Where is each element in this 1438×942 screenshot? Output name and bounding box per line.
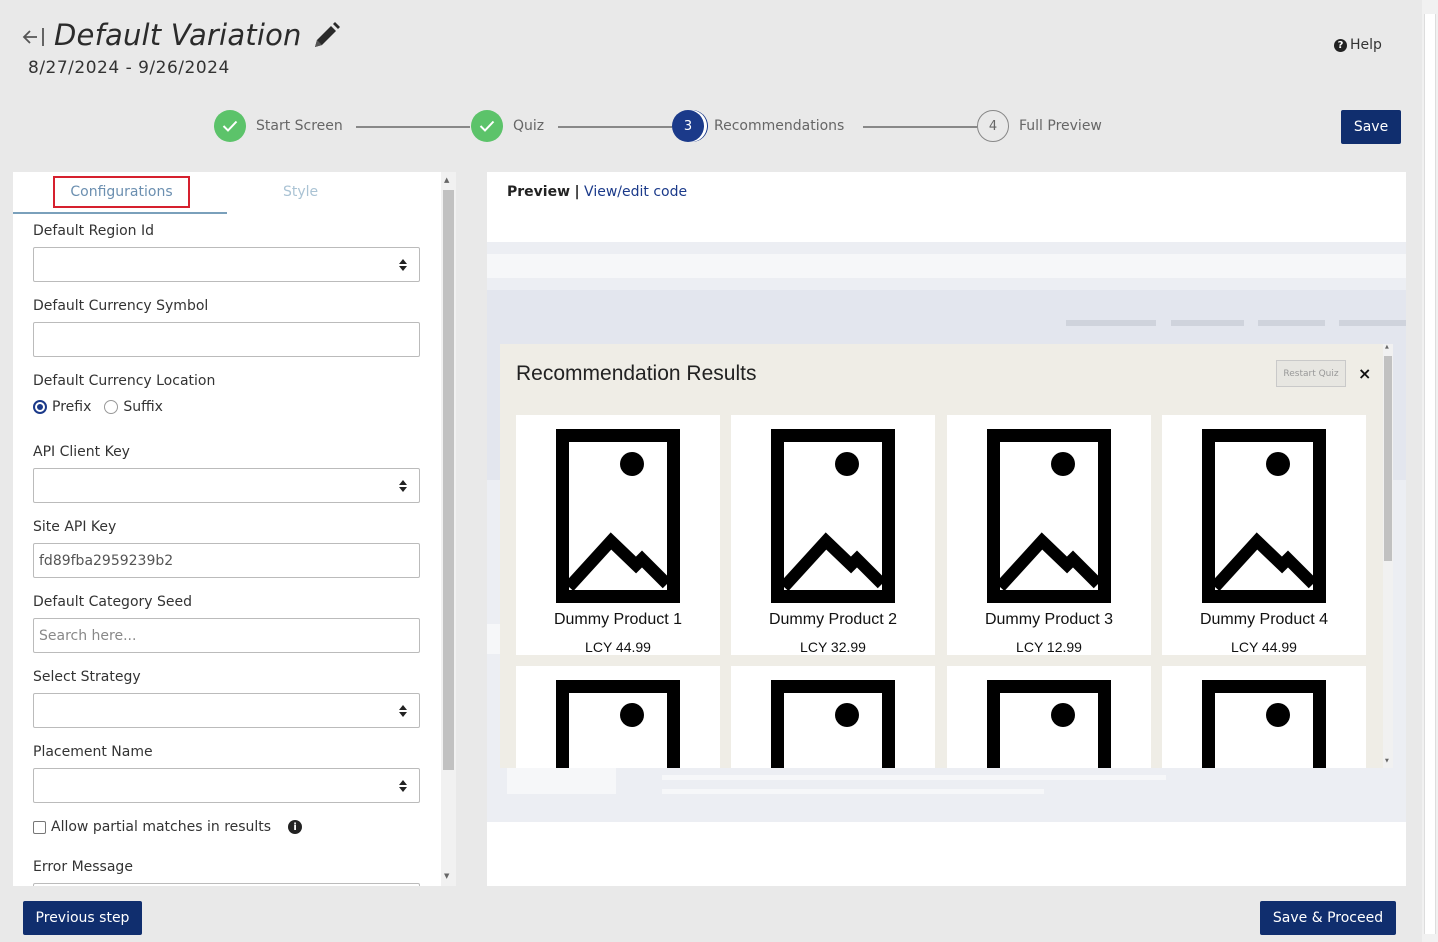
strategy-select[interactable] bbox=[33, 693, 420, 728]
tab-configurations[interactable]: Configurations bbox=[53, 176, 190, 208]
step-3-number[interactable]: 3 bbox=[672, 110, 704, 142]
product-price: LCY 32.99 bbox=[800, 639, 866, 655]
scroll-down-icon[interactable]: ▼ bbox=[1385, 758, 1389, 764]
left-panel-scrollbar[interactable]: ▲ ▼ bbox=[441, 172, 456, 886]
image-placeholder-icon bbox=[987, 680, 1111, 768]
select-arrows-icon bbox=[399, 259, 407, 271]
placement-name-select[interactable] bbox=[33, 768, 420, 803]
tab-view-edit-code[interactable]: View/edit code bbox=[584, 184, 687, 200]
prefix-radio[interactable] bbox=[33, 400, 47, 414]
product-card[interactable]: Dummy Product 3 LCY 12.99 bbox=[947, 415, 1151, 655]
region-id-label: Default Region Id bbox=[33, 223, 154, 239]
product-card[interactable]: Dummy Product 4 LCY 44.99 bbox=[1162, 415, 1366, 655]
tab-style[interactable]: Style bbox=[283, 184, 318, 200]
help-label: Help bbox=[1350, 37, 1382, 53]
product-card[interactable]: Dummy Product 1 LCY 44.99 bbox=[516, 415, 720, 655]
strategy-label: Select Strategy bbox=[33, 669, 141, 685]
question-icon: ? bbox=[1334, 38, 1347, 52]
error-message-input[interactable] bbox=[33, 883, 420, 886]
product-card[interactable] bbox=[516, 666, 720, 768]
step-label-recommendations[interactable]: Recommendations bbox=[714, 118, 844, 134]
save-button[interactable]: Save bbox=[1341, 110, 1401, 144]
image-placeholder-icon bbox=[771, 429, 895, 603]
suffix-label: Suffix bbox=[123, 399, 163, 415]
step-label-full-preview[interactable]: Full Preview bbox=[1019, 118, 1102, 134]
close-icon[interactable]: × bbox=[1358, 364, 1371, 383]
date-range: 8/27/2024 - 9/26/2024 bbox=[28, 58, 230, 78]
scroll-up-icon[interactable]: ▲ bbox=[444, 176, 449, 184]
tab-separator: | bbox=[574, 184, 580, 200]
step-label-quiz[interactable]: Quiz bbox=[513, 118, 544, 134]
product-card[interactable] bbox=[731, 666, 935, 768]
suffix-radio[interactable] bbox=[104, 400, 119, 414]
product-card[interactable] bbox=[947, 666, 1151, 768]
modal-title: Recommendation Results bbox=[516, 362, 757, 385]
back-arrow-icon[interactable] bbox=[22, 26, 46, 48]
site-api-key-value: fd89fba2959239b2 bbox=[39, 553, 174, 569]
currency-symbol-label: Default Currency Symbol bbox=[33, 298, 209, 314]
image-placeholder-icon bbox=[987, 429, 1111, 603]
restart-quiz-button[interactable]: Restart Quiz bbox=[1276, 360, 1346, 387]
product-name: Dummy Product 2 bbox=[768, 611, 898, 628]
recommendation-modal: Recommendation Results Restart Quiz × Du… bbox=[500, 344, 1384, 768]
product-card[interactable]: Dummy Product 2 LCY 32.99 bbox=[731, 415, 935, 655]
active-tab-indicator bbox=[13, 212, 227, 214]
api-client-key-label: API Client Key bbox=[33, 444, 130, 460]
currency-location-label: Default Currency Location bbox=[33, 373, 216, 389]
page-title: Default Variation bbox=[54, 18, 302, 52]
partial-matches-label: Allow partial matches in results bbox=[51, 819, 272, 835]
step-connector bbox=[863, 126, 977, 128]
step-connector bbox=[558, 126, 672, 128]
product-price: LCY 12.99 bbox=[1016, 639, 1082, 655]
site-api-key-input[interactable]: fd89fba2959239b2 bbox=[33, 543, 420, 578]
placement-name-label: Placement Name bbox=[33, 744, 153, 760]
product-name: Dummy Product 4 bbox=[1199, 611, 1329, 628]
select-arrows-icon bbox=[399, 780, 407, 792]
step-2-check-icon[interactable] bbox=[471, 110, 503, 142]
partial-matches-checkbox[interactable] bbox=[33, 820, 46, 834]
prefix-label: Prefix bbox=[52, 399, 92, 415]
tab-preview[interactable]: Preview bbox=[507, 184, 570, 200]
category-seed-placeholder: Search here... bbox=[39, 628, 137, 644]
category-seed-label: Default Category Seed bbox=[33, 594, 193, 610]
select-arrows-icon bbox=[399, 705, 407, 717]
info-icon[interactable]: i bbox=[288, 820, 303, 834]
api-client-key-select[interactable] bbox=[33, 468, 420, 503]
scrollbar-thumb[interactable] bbox=[1424, 14, 1436, 934]
step-4-number[interactable]: 4 bbox=[977, 110, 1009, 142]
image-placeholder-icon bbox=[1202, 680, 1326, 768]
modal-scrollbar[interactable]: ▲ ▼ bbox=[1383, 344, 1393, 768]
step-label-start-screen[interactable]: Start Screen bbox=[256, 118, 343, 134]
product-name: Dummy Product 1 bbox=[553, 611, 683, 628]
previous-step-button[interactable]: Previous step bbox=[23, 901, 142, 935]
product-price: LCY 44.99 bbox=[1231, 639, 1297, 655]
scrollbar-thumb[interactable] bbox=[1384, 356, 1392, 561]
image-placeholder-icon bbox=[556, 429, 680, 603]
currency-symbol-input[interactable] bbox=[33, 322, 420, 357]
product-price: LCY 44.99 bbox=[585, 639, 651, 655]
scroll-down-icon[interactable]: ▼ bbox=[444, 872, 449, 880]
pencil-icon[interactable] bbox=[310, 20, 342, 52]
configuration-panel: Configurations Style Default Region Id D… bbox=[13, 172, 442, 886]
product-name: Dummy Product 3 bbox=[984, 611, 1114, 628]
scroll-up-icon[interactable]: ▲ bbox=[1385, 344, 1389, 350]
preview-panel: Preview | View/edit code Recommendation … bbox=[487, 172, 1406, 886]
page-scrollbar[interactable] bbox=[1422, 0, 1438, 942]
select-arrows-icon bbox=[399, 480, 407, 492]
step-connector bbox=[356, 126, 470, 128]
region-id-select[interactable] bbox=[33, 247, 420, 282]
site-api-key-label: Site API Key bbox=[33, 519, 117, 535]
scrollbar-thumb[interactable] bbox=[443, 190, 454, 770]
image-placeholder-icon bbox=[556, 680, 680, 768]
save-and-proceed-button[interactable]: Save & Proceed bbox=[1260, 901, 1396, 935]
product-card[interactable] bbox=[1162, 666, 1366, 768]
image-placeholder-icon bbox=[771, 680, 895, 768]
step-1-check-icon[interactable] bbox=[214, 110, 246, 142]
category-seed-input[interactable]: Search here... bbox=[33, 618, 420, 653]
help-link[interactable]: ? Help bbox=[1334, 37, 1382, 53]
image-placeholder-icon bbox=[1202, 429, 1326, 603]
error-message-label: Error Message bbox=[33, 859, 133, 875]
